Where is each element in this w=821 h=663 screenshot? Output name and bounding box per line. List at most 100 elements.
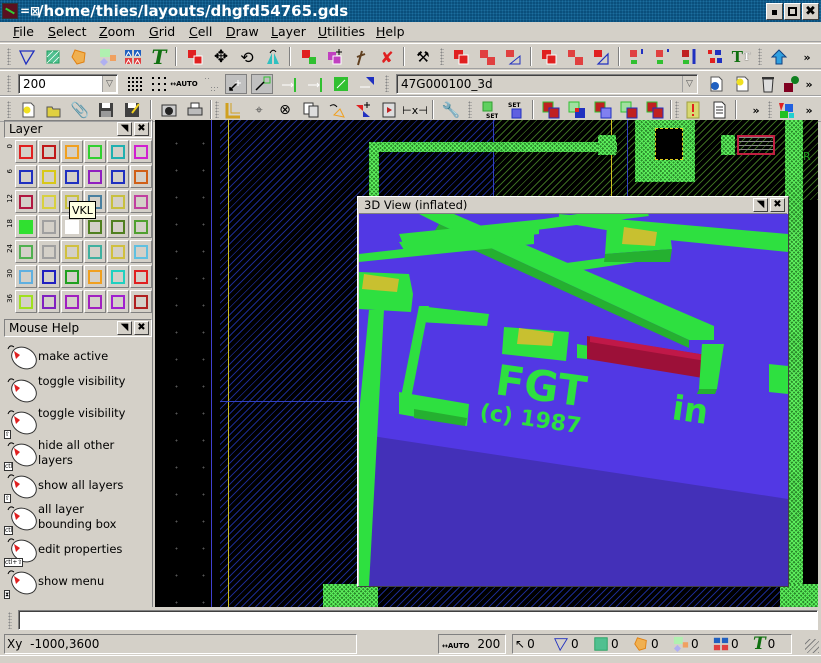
drc-icon[interactable]: [682, 100, 704, 120]
layer-swatch[interactable]: [107, 190, 129, 213]
snap-point-icon[interactable]: [225, 74, 247, 94]
density-a-icon[interactable]: [626, 47, 648, 67]
save-icon[interactable]: [95, 100, 117, 120]
polygon-fill-icon[interactable]: [68, 47, 90, 67]
close-button[interactable]: ✖: [802, 3, 819, 20]
up-arrow-icon[interactable]: [768, 47, 790, 67]
boolean-size-icon[interactable]: [502, 47, 524, 67]
path-icon[interactable]: [97, 47, 119, 67]
layer-swatch[interactable]: [15, 290, 37, 313]
grid-auto-icon[interactable]: ↔AUTO: [170, 74, 197, 94]
toolbar-grip[interactable]: [8, 612, 12, 629]
toolbar-grip[interactable]: [385, 75, 389, 92]
layer-swatch[interactable]: [84, 265, 106, 288]
text-convert-icon[interactable]: TT: [730, 47, 752, 67]
app-icon[interactable]: [2, 3, 18, 19]
undock-icon[interactable]: ◥: [753, 198, 768, 212]
mirror-icon[interactable]: [262, 47, 284, 67]
undock-icon[interactable]: ◥: [117, 122, 132, 136]
chevron-down-icon[interactable]: ▽: [682, 76, 696, 92]
grid-fine-icon[interactable]: [124, 74, 146, 94]
layer-swatch[interactable]: [15, 240, 37, 263]
open-file-icon[interactable]: [43, 100, 65, 120]
cell-name-combo[interactable]: 47G000100_3d ▽: [396, 74, 698, 94]
toolbar-grip[interactable]: [440, 48, 444, 65]
layer-swatch[interactable]: [38, 265, 60, 288]
more-icon[interactable]: »: [800, 74, 818, 94]
measure-icon[interactable]: ⊢x⊣: [402, 100, 428, 120]
delete-cell-icon[interactable]: [757, 74, 779, 94]
cut-icon[interactable]: [350, 47, 372, 67]
toolbar-grip[interactable]: [758, 48, 762, 65]
attach-icon[interactable]: 📎: [69, 100, 91, 120]
snap-right-icon[interactable]: [278, 74, 300, 94]
more-icon[interactable]: »: [800, 100, 818, 120]
grid-off-icon[interactable]: [200, 74, 222, 94]
close-icon[interactable]: ✖: [770, 198, 785, 212]
minimize-button[interactable]: [766, 3, 783, 20]
resize-grip[interactable]: [805, 639, 819, 653]
polygon-icon[interactable]: [16, 47, 38, 67]
merge-icon[interactable]: [324, 47, 346, 67]
cell-info-icon[interactable]: [705, 74, 727, 94]
boolean-xor-icon[interactable]: [538, 47, 560, 67]
close-icon[interactable]: ✖: [134, 321, 149, 335]
menu-zoom[interactable]: Zoom: [99, 24, 135, 39]
layer-swatch[interactable]: [61, 290, 83, 313]
print-icon[interactable]: [184, 100, 206, 120]
move-icon[interactable]: ✥: [210, 47, 232, 67]
snap-hatch-icon[interactable]: [356, 74, 378, 94]
center-icon[interactable]: ⊗: [274, 100, 296, 120]
layer-swatch[interactable]: [38, 140, 60, 163]
more-icon[interactable]: »: [745, 100, 767, 120]
layer-swatch[interactable]: [107, 215, 129, 238]
rotate-icon[interactable]: ⟲: [236, 47, 258, 67]
layer-swatch[interactable]: [130, 290, 152, 313]
layer-swatch[interactable]: [15, 165, 37, 188]
density-c-icon[interactable]: [678, 47, 700, 67]
layer-swatch[interactable]: [130, 140, 152, 163]
new-file-icon[interactable]: [17, 100, 39, 120]
layer-swatch[interactable]: [61, 265, 83, 288]
screenshot-icon[interactable]: [158, 100, 180, 120]
menu-draw[interactable]: Draw: [226, 24, 259, 39]
layer-swatch[interactable]: [61, 240, 83, 263]
layer-swatch[interactable]: [15, 215, 37, 238]
box-icon[interactable]: [42, 47, 64, 67]
layer-swatch[interactable]: [38, 240, 60, 263]
grid-coarse-icon[interactable]: [148, 74, 170, 94]
layer-swatch[interactable]: [38, 290, 60, 313]
layer-swatch[interactable]: [107, 165, 129, 188]
duplicate-icon[interactable]: [298, 47, 320, 67]
menu-grid[interactable]: Grid: [149, 24, 175, 39]
chevron-down-icon[interactable]: ▽: [102, 76, 116, 92]
delete-icon[interactable]: ✘: [376, 47, 398, 67]
fill-box-icon[interactable]: [704, 47, 726, 67]
maximize-button[interactable]: [784, 3, 801, 20]
more-icon[interactable]: »: [796, 47, 818, 67]
3d-scene[interactable]: FGT in (c) 1987: [359, 214, 788, 586]
grid-size-combo[interactable]: 200 ▽: [18, 74, 118, 94]
set-layer-a-icon[interactable]: SET: [478, 100, 500, 120]
3d-view-window[interactable]: 3D View (inflated) ◥ ✖ FGT in (c) 1987: [357, 196, 789, 587]
menu-help[interactable]: Help: [376, 24, 405, 39]
save-as-icon[interactable]: [121, 100, 143, 120]
cell-ref-icon[interactable]: [122, 47, 144, 67]
text-icon[interactable]: T: [148, 45, 170, 69]
copy-page-icon[interactable]: [300, 100, 322, 120]
layer-swatch[interactable]: [130, 165, 152, 188]
toolbar-grip[interactable]: [768, 101, 772, 118]
close-icon[interactable]: ✖: [134, 122, 149, 136]
menu-cell[interactable]: Cell: [189, 24, 212, 39]
layer-swatch[interactable]: [130, 190, 152, 213]
cell-tree-icon[interactable]: [780, 74, 802, 94]
layer-op3-icon[interactable]: [592, 100, 614, 120]
hammer-icon[interactable]: ⚒: [412, 47, 434, 67]
movie-icon[interactable]: [378, 100, 400, 120]
boolean-or-icon[interactable]: [476, 47, 498, 67]
layer-swatch[interactable]: [130, 215, 152, 238]
toolbar-grip[interactable]: [468, 101, 472, 118]
command-input[interactable]: [18, 610, 818, 630]
copy-icon[interactable]: [184, 47, 206, 67]
layer-swatch[interactable]: [38, 215, 60, 238]
